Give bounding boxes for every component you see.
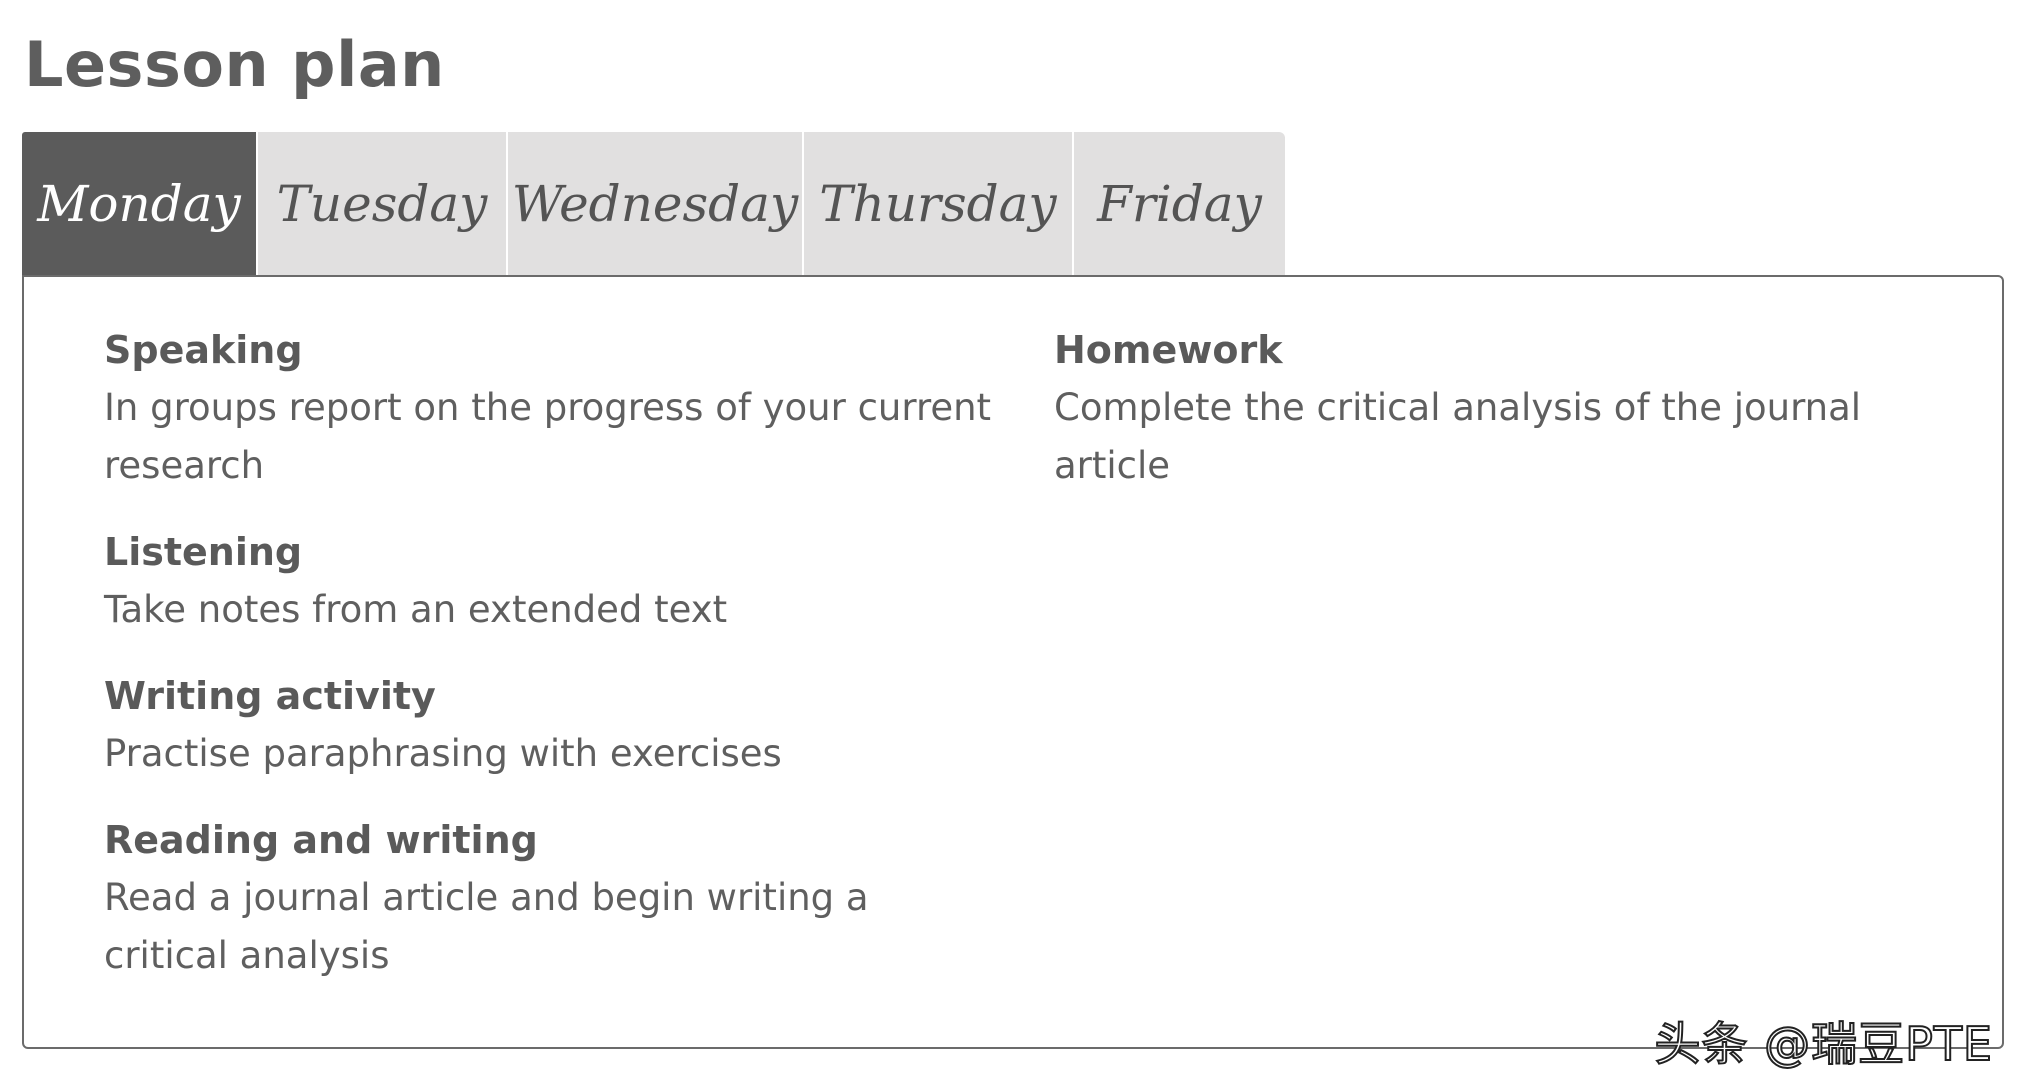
activity-listening: Listening Take notes from an extended te… <box>104 523 1004 639</box>
tab-friday[interactable]: Friday <box>1074 132 1285 275</box>
activity-writing: Writing activity Practise paraphrasing w… <box>104 667 1004 783</box>
section-heading: Listening <box>104 530 303 574</box>
watermark: 头条 @瑞豆PTE <box>1653 1016 1993 1072</box>
activity-reading-writing: Reading and writing Read a journal artic… <box>104 811 1004 985</box>
tab-panel-monday: Speaking In groups report on the progres… <box>22 275 2004 1049</box>
activity-speaking: Speaking In groups report on the progres… <box>104 321 1004 495</box>
section-body: In groups report on the progress of your… <box>104 386 992 487</box>
tab-monday[interactable]: Monday <box>22 132 258 275</box>
section-body: Take notes from an extended text <box>104 588 728 631</box>
tab-wednesday[interactable]: Wednesday <box>508 132 804 275</box>
tab-thursday[interactable]: Thursday <box>804 132 1074 275</box>
section-heading: Speaking <box>104 328 303 372</box>
section-heading: Writing activity <box>104 674 436 718</box>
section-body: Read a journal article and begin writing… <box>104 876 869 977</box>
homework-column: Homework Complete the critical analysis … <box>1054 321 1954 523</box>
section-body: Practise paraphrasing with exercises <box>104 732 782 775</box>
tab-tuesday[interactable]: Tuesday <box>258 132 508 275</box>
page-title: Lesson plan <box>24 28 445 101</box>
section-heading: Reading and writing <box>104 818 538 862</box>
homework-section: Homework Complete the critical analysis … <box>1054 321 1954 495</box>
activities-column: Speaking In groups report on the progres… <box>104 321 1004 1013</box>
section-body: Complete the critical analysis of the jo… <box>1054 386 1862 487</box>
day-tabs: Monday Tuesday Wednesday Thursday Friday <box>22 132 1285 275</box>
section-heading: Homework <box>1054 328 1283 372</box>
